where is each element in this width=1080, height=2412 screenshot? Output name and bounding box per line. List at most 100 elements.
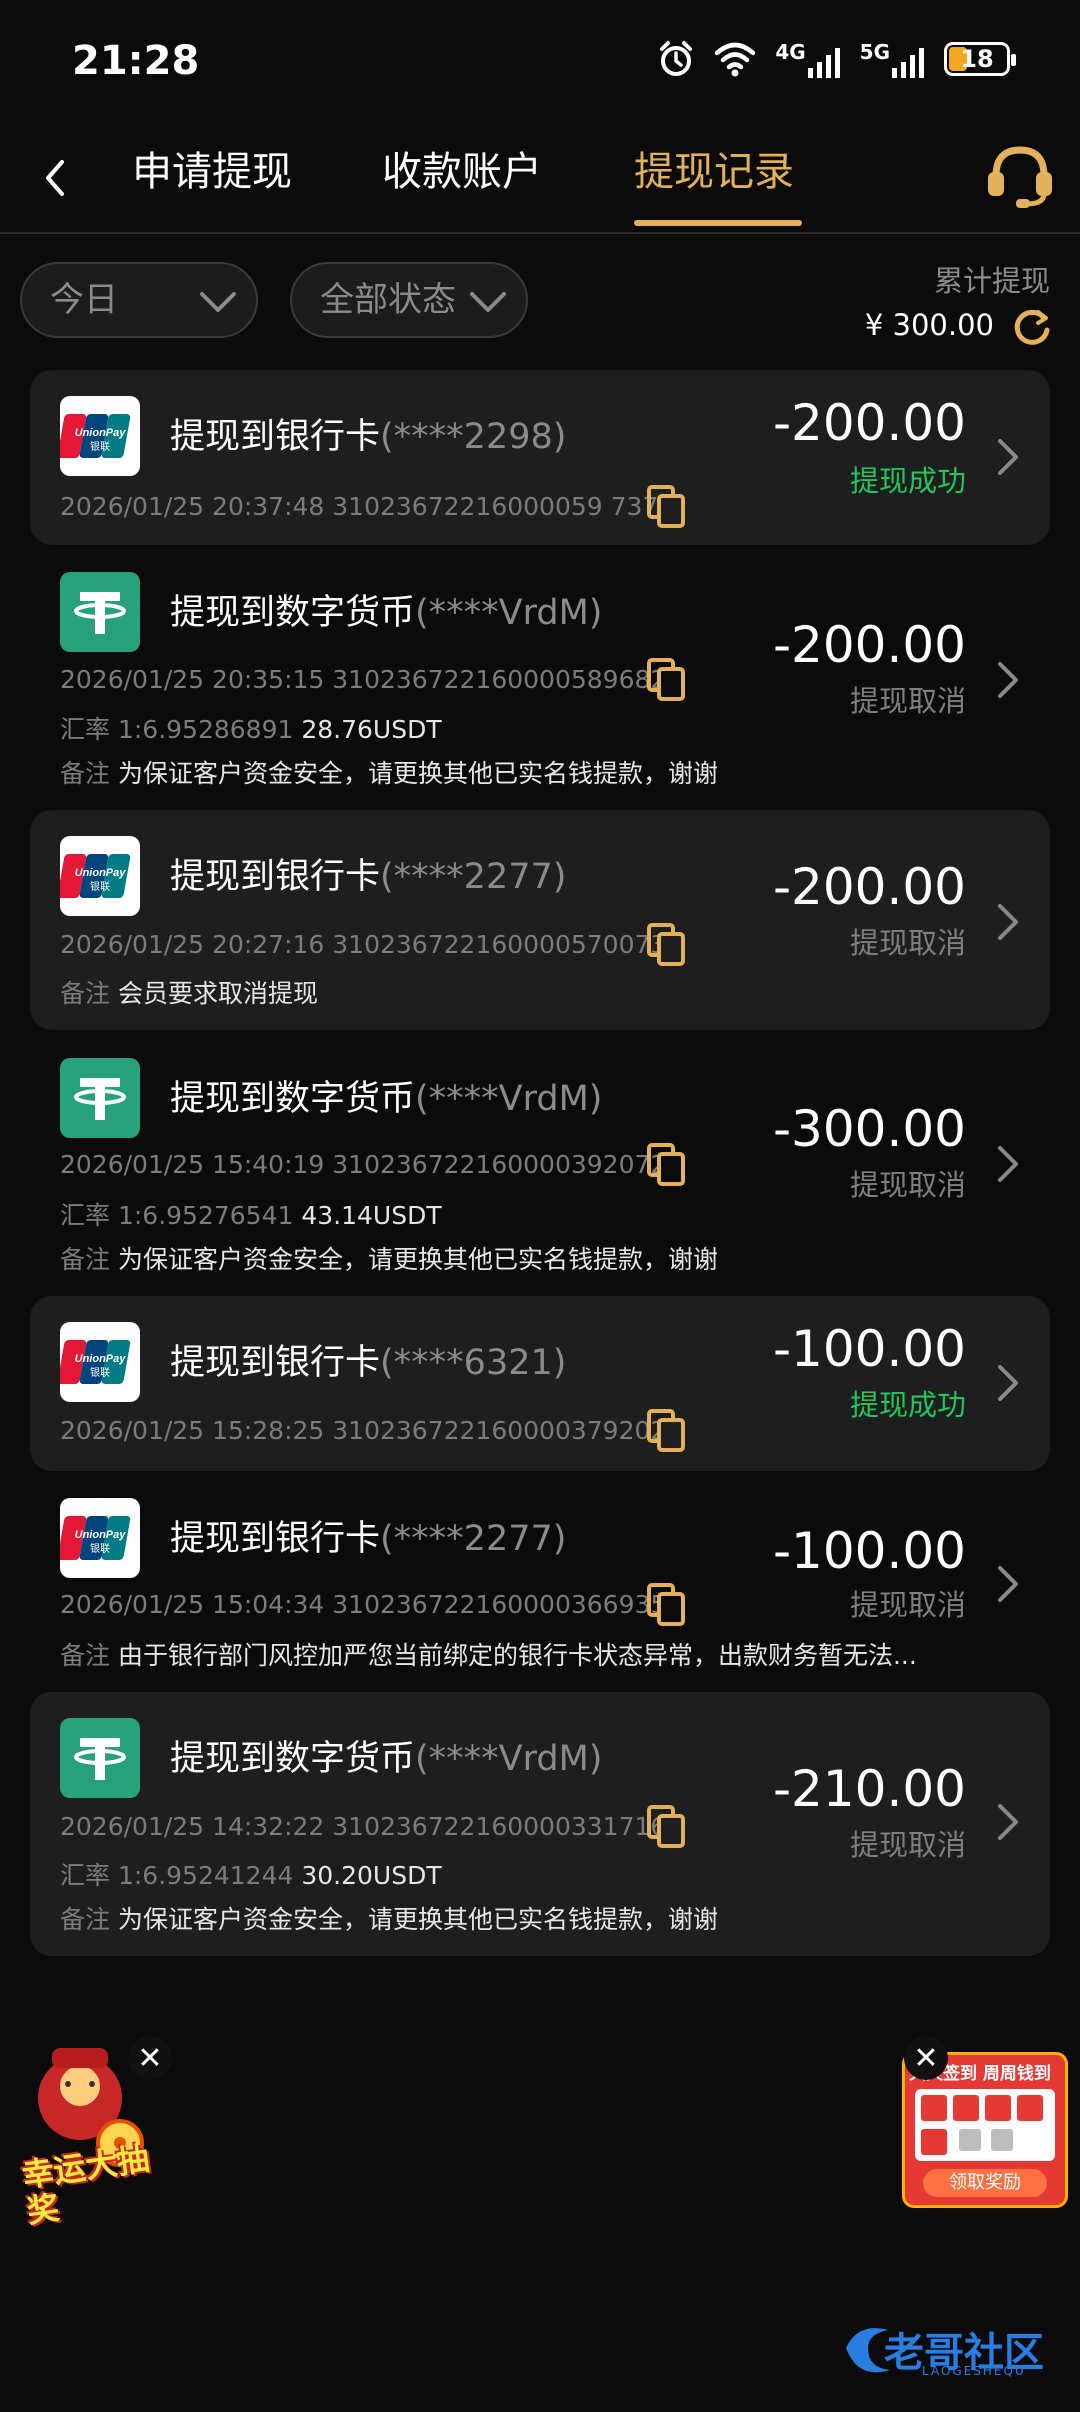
record-amount: -100.00 [773, 1320, 966, 1378]
unionpay-icon: UnionPay 银联 [60, 1322, 140, 1402]
close-lucky-draw-button[interactable]: ✕ [128, 2036, 172, 2080]
unionpay-icon: UnionPay 银联 [60, 396, 140, 476]
record-amount: -200.00 [773, 858, 966, 916]
record-title: 提现到银行卡(****2277) [170, 1519, 567, 1559]
checkin-grid [915, 2089, 1055, 2161]
customer-service-headset-icon[interactable] [982, 136, 1058, 212]
withdraw-record[interactable]: UnionPay 银联 提现到银行卡(****2277) 2026/01/25 2… [30, 810, 1050, 1030]
copy-icon[interactable] [646, 1804, 686, 1848]
record-note: 备注 为保证客户资金安全，请更换其他已实名钱提款，谢谢 [60, 1245, 718, 1274]
svg-text:UnionPay: UnionPay [75, 1353, 127, 1365]
svg-text:UnionPay: UnionPay [75, 427, 127, 439]
record-note: 备注 会员要求取消提现 [60, 979, 318, 1008]
back-arrow-icon[interactable] [28, 148, 88, 208]
record-meta: 2026/01/25 15:28:25 31023672216000037920… [60, 1416, 667, 1445]
copy-icon[interactable] [646, 922, 686, 966]
record-meta: 2026/01/25 20:35:15 31023672216000058968… [60, 665, 667, 694]
exchange-rate: 汇率 1:6.95276541 43.14USDT [60, 1201, 442, 1230]
usdt-tether-icon [60, 1718, 140, 1798]
record-meta: 2026/01/25 15:04:34 31023672216000036693… [60, 1590, 667, 1619]
chevron-down-icon [200, 292, 236, 312]
svg-text:银联: 银联 [90, 440, 110, 453]
unionpay-icon: UnionPay 银联 [60, 1498, 140, 1578]
status-time: 21:28 [72, 38, 200, 84]
record-title: 提现到银行卡(****2298) [170, 417, 567, 457]
tab-withdraw-records[interactable]: 提现记录 [634, 142, 794, 202]
record-amount: -300.00 [773, 1100, 966, 1158]
wifi-icon [715, 42, 756, 77]
status-icons: 4G 5G 18 [657, 40, 1016, 78]
withdraw-record[interactable]: 提现到数字货币(****VrdM) 2026/01/25 20:35:15 31… [30, 558, 1050, 798]
tab-payee-accounts[interactable]: 收款账户 [382, 142, 542, 202]
copy-icon[interactable] [646, 1582, 686, 1626]
withdraw-record[interactable]: 提现到数字货币(****VrdM) 2026/01/25 14:32:22 31… [30, 1692, 1050, 1956]
alarm-icon [660, 41, 693, 76]
close-checkin-button[interactable]: ✕ [904, 2036, 948, 2080]
total-withdraw-value: ¥ 300.00 [864, 308, 994, 342]
signal-4g: 4G [775, 40, 841, 78]
record-title: 提现到数字货币(****VrdM) [170, 1079, 603, 1119]
copy-icon[interactable] [646, 1408, 686, 1452]
record-meta: 2026/01/25 20:37:48 31023672216000059 73… [60, 492, 675, 521]
record-note: 备注 由于银行部门风控加严您当前绑定的银行卡状态异常，出款财务暂无法... [60, 1641, 917, 1670]
withdraw-record[interactable]: UnionPay 银联 提现到银行卡(****2298) 2026/01/25 2… [30, 370, 1050, 545]
withdraw-record[interactable]: 提现到数字货币(****VrdM) 2026/01/25 15:40:19 31… [30, 1044, 1050, 1284]
record-status: 提现成功 [849, 1388, 966, 1422]
record-title: 提现到数字货币(****VrdM) [170, 1739, 603, 1779]
active-tab-indicator [634, 220, 802, 226]
status-filter-dropdown[interactable]: 全部状态 [290, 262, 528, 338]
record-title: 提现到银行卡(****2277) [170, 857, 567, 897]
svg-text:UnionPay: UnionPay [75, 1529, 127, 1541]
chevron-right-icon [998, 1804, 1018, 1840]
svg-text:银联: 银联 [90, 1366, 110, 1379]
record-amount: -200.00 [773, 616, 966, 674]
status-bar: 21:28 4G 5G 18 [0, 0, 1080, 120]
copy-icon[interactable] [646, 1142, 686, 1186]
chevron-right-icon [998, 662, 1018, 698]
net-4g-label: 4G [775, 40, 806, 64]
chevron-right-icon [998, 904, 1018, 940]
copy-icon[interactable] [646, 657, 686, 701]
record-meta: 2026/01/25 14:32:22 31023672216000033171… [60, 1812, 667, 1841]
exchange-rate: 汇率 1:6.95286891 28.76USDT [60, 715, 442, 744]
record-title: 提现到银行卡(****6321) [170, 1343, 567, 1383]
exchange-rate: 汇率 1:6.95241244 30.20USDT [60, 1861, 442, 1890]
copy-icon[interactable] [646, 484, 686, 528]
tab-apply-withdraw[interactable]: 申请提现 [132, 142, 292, 202]
record-status: 提现取消 [849, 1828, 966, 1862]
record-meta: 2026/01/25 15:40:19 31023672216000039207… [60, 1150, 667, 1179]
withdraw-record[interactable]: UnionPay 银联 提现到银行卡(****2277) 2026/01/25 1… [30, 1484, 1050, 1684]
record-title: 提现到数字货币(****VrdM) [170, 593, 603, 633]
claim-reward-button[interactable]: 领取奖励 [923, 2169, 1047, 2197]
date-filter-label: 今日 [50, 280, 118, 320]
signal-bars-icon [807, 48, 840, 78]
battery-level: 18 [960, 45, 994, 73]
record-note: 备注 为保证客户资金安全，请更换其他已实名钱提款，谢谢 [60, 1905, 718, 1934]
record-status: 提现取消 [849, 926, 966, 960]
record-status: 提现成功 [849, 464, 966, 498]
date-filter-dropdown[interactable]: 今日 [20, 262, 258, 338]
watermark-subtext: LAOGESHEQU [922, 2364, 1026, 2378]
record-status: 提现取消 [849, 684, 966, 718]
record-note: 备注 为保证客户资金安全，请更换其他已实名钱提款，谢谢 [60, 759, 718, 788]
chevron-right-icon [998, 439, 1018, 475]
record-amount: -200.00 [773, 394, 966, 452]
battery-icon: 18 [944, 42, 1016, 76]
chevron-right-icon [998, 1566, 1018, 1602]
svg-text:银联: 银联 [90, 880, 110, 893]
refresh-icon[interactable] [1010, 304, 1054, 348]
signal-5g: 5G [860, 40, 926, 78]
unionpay-icon: UnionPay 银联 [60, 836, 140, 916]
chevron-right-icon [998, 1365, 1018, 1401]
svg-text:银联: 银联 [90, 1542, 110, 1555]
svg-text:UnionPay: UnionPay [75, 867, 127, 879]
record-amount: -100.00 [773, 1522, 966, 1580]
status-filter-label: 全部状态 [320, 280, 456, 320]
chevron-down-icon [470, 292, 506, 312]
withdraw-record[interactable]: UnionPay 银联 提现到银行卡(****6321) 2026/01/25 1… [30, 1296, 1050, 1471]
record-status: 提现取消 [849, 1588, 966, 1622]
signal-bars-icon [892, 48, 924, 78]
record-status: 提现取消 [849, 1168, 966, 1202]
total-withdraw-label: 累计提现 [933, 264, 1050, 298]
watermark-logo: 老哥社区 LAOGESHEQU [838, 2318, 1068, 2382]
